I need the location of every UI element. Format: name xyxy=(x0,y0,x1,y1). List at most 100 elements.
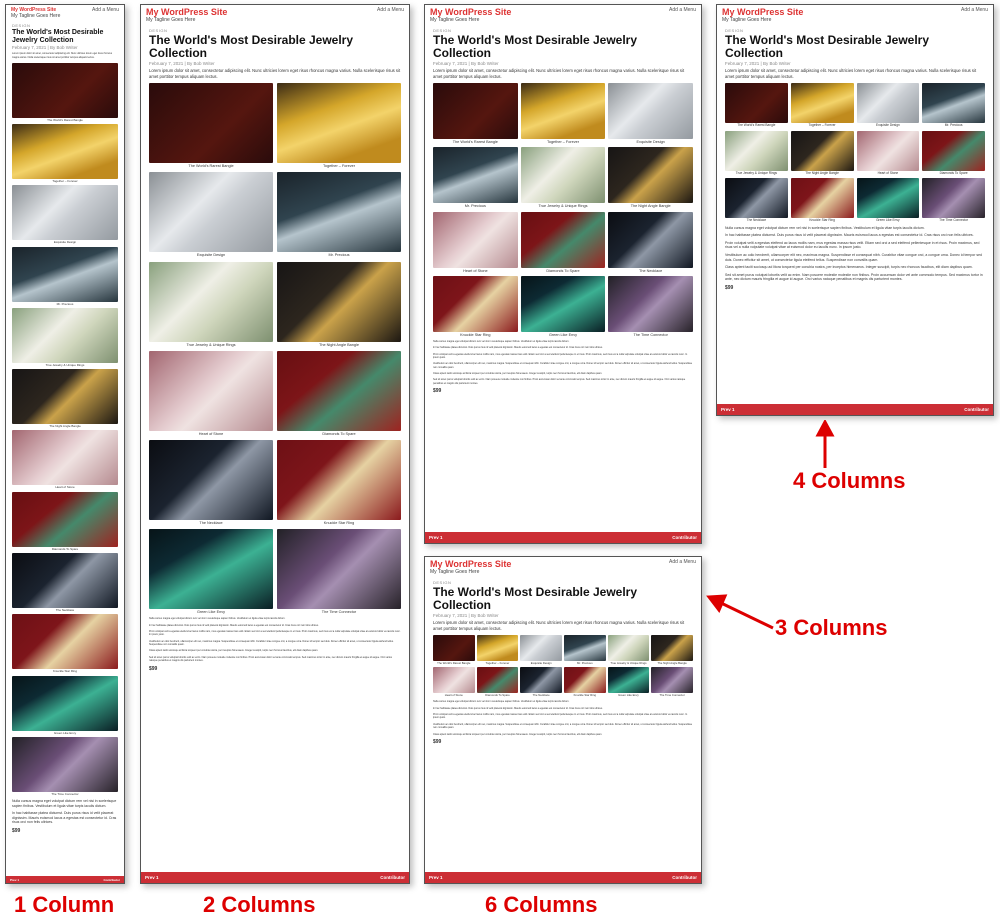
gallery-thumb[interactable]: Heart of Stone xyxy=(857,131,920,176)
gallery-thumb[interactable]: Together – Forever xyxy=(12,124,118,183)
gallery-thumb[interactable]: Exquisite Design xyxy=(608,83,693,144)
gallery-thumb[interactable]: The Time Connector xyxy=(12,737,118,796)
gallery-thumb[interactable]: Heart of Stone xyxy=(433,212,518,273)
site-title[interactable]: My WordPress Site xyxy=(430,559,511,569)
gallery-thumb[interactable]: Green Like Envy xyxy=(12,676,118,735)
gallery-image[interactable] xyxy=(149,351,273,431)
gallery-thumb[interactable]: Green Like Envy xyxy=(608,667,650,697)
gallery-thumb[interactable]: Diamonds To Spare xyxy=(12,492,118,551)
gallery-image[interactable] xyxy=(277,440,401,520)
gallery-thumb[interactable]: The Night Angle Bangle xyxy=(791,131,854,176)
gallery-thumb[interactable]: Diamonds To Spare xyxy=(477,667,519,697)
gallery-thumb[interactable]: Mr. Precious xyxy=(564,635,606,665)
gallery-image[interactable] xyxy=(857,178,920,218)
gallery-image[interactable] xyxy=(651,667,693,693)
gallery-image[interactable] xyxy=(12,308,118,363)
gallery-thumb[interactable]: The World's Rarest Bangle xyxy=(725,83,788,128)
gallery-thumb[interactable]: The Time Connector xyxy=(608,276,693,337)
add-menu-link[interactable]: Add a Menu xyxy=(961,7,988,13)
gallery-image[interactable] xyxy=(433,212,518,268)
gallery-thumb[interactable]: Exquisite Design xyxy=(520,635,562,665)
gallery-image[interactable] xyxy=(791,131,854,171)
gallery-thumb[interactable]: Knuckle Star Ring xyxy=(564,667,606,697)
gallery-thumb[interactable]: True Jewelry & Unique Rings xyxy=(725,131,788,176)
gallery-image[interactable] xyxy=(477,667,519,693)
gallery-thumb[interactable]: The Night Angle Bangle xyxy=(277,262,401,347)
gallery-image[interactable] xyxy=(857,83,920,123)
gallery-image[interactable] xyxy=(12,553,118,608)
gallery-image[interactable] xyxy=(149,83,273,163)
gallery-image[interactable] xyxy=(608,212,693,268)
gallery-image[interactable] xyxy=(725,131,788,171)
gallery-thumb[interactable]: Knuckle Star Ring xyxy=(277,440,401,525)
gallery-thumb[interactable]: The Necklace xyxy=(725,178,788,223)
gallery-image[interactable] xyxy=(521,276,606,332)
gallery-thumb[interactable]: The Time Connector xyxy=(651,667,693,697)
gallery-image[interactable] xyxy=(277,83,401,163)
gallery-image[interactable] xyxy=(149,172,273,252)
footer-next[interactable]: Contributor xyxy=(672,535,697,540)
footer-prev[interactable]: Prev 1 xyxy=(429,875,443,880)
gallery-image[interactable] xyxy=(922,178,985,218)
gallery-thumb[interactable]: True Jewelry & Unique Rings xyxy=(12,308,118,367)
gallery-image[interactable] xyxy=(521,83,606,139)
gallery-image[interactable] xyxy=(922,131,985,171)
footer-next[interactable]: Contributor xyxy=(380,875,405,880)
gallery-image[interactable] xyxy=(433,83,518,139)
post-category[interactable]: DESIGN xyxy=(12,23,118,28)
gallery-thumb[interactable]: The Night Angle Bangle xyxy=(12,369,118,428)
gallery-image[interactable] xyxy=(12,63,118,118)
footer-next[interactable]: Contributor xyxy=(964,407,989,412)
gallery-image[interactable] xyxy=(12,737,118,792)
gallery-thumb[interactable]: The Necklace xyxy=(608,212,693,273)
add-menu-link[interactable]: Add a Menu xyxy=(377,7,404,13)
gallery-image[interactable] xyxy=(725,178,788,218)
gallery-thumb[interactable]: Exquisite Design xyxy=(857,83,920,128)
gallery-image[interactable] xyxy=(564,635,606,661)
gallery-thumb[interactable]: True Jewelry & Unique Rings xyxy=(521,147,606,208)
gallery-image[interactable] xyxy=(12,676,118,731)
site-title[interactable]: My WordPress Site xyxy=(430,7,511,17)
gallery-image[interactable] xyxy=(922,83,985,123)
gallery-thumb[interactable]: Mr. Precious xyxy=(12,247,118,306)
gallery-thumb[interactable]: Diamonds To Spare xyxy=(922,131,985,176)
gallery-image[interactable] xyxy=(12,369,118,424)
gallery-image[interactable] xyxy=(12,614,118,669)
gallery-thumb[interactable]: The Necklace xyxy=(149,440,273,525)
site-title[interactable]: My WordPress Site xyxy=(146,7,227,17)
gallery-thumb[interactable]: Green Like Envy xyxy=(149,529,273,614)
gallery-thumb[interactable]: Diamonds To Spare xyxy=(521,212,606,273)
add-menu-link[interactable]: Add a Menu xyxy=(669,559,696,565)
footer-prev[interactable]: Prev 1 xyxy=(721,407,735,412)
gallery-thumb[interactable]: Together – Forever xyxy=(277,83,401,168)
add-menu-link[interactable]: Add a Menu xyxy=(669,7,696,13)
gallery-image[interactable] xyxy=(433,276,518,332)
gallery-image[interactable] xyxy=(791,83,854,123)
gallery-image[interactable] xyxy=(149,440,273,520)
gallery-image[interactable] xyxy=(12,430,118,485)
gallery-thumb[interactable]: Together – Forever xyxy=(477,635,519,665)
gallery-image[interactable] xyxy=(725,83,788,123)
footer-next[interactable]: Contributor xyxy=(672,875,697,880)
gallery-thumb[interactable]: True Jewelry & Unique Rings xyxy=(608,635,650,665)
gallery-thumb[interactable]: Green Like Envy xyxy=(857,178,920,223)
gallery-image[interactable] xyxy=(608,147,693,203)
gallery-thumb[interactable]: The World's Rarest Bangle xyxy=(12,63,118,122)
gallery-image[interactable] xyxy=(520,635,562,661)
gallery-image[interactable] xyxy=(521,212,606,268)
gallery-image[interactable] xyxy=(12,247,118,302)
gallery-image[interactable] xyxy=(433,667,475,693)
gallery-image[interactable] xyxy=(433,635,475,661)
gallery-image[interactable] xyxy=(608,83,693,139)
site-title[interactable]: My WordPress Site xyxy=(722,7,803,17)
footer-prev[interactable]: Prev 1 xyxy=(10,878,19,882)
gallery-thumb[interactable]: Knuckle Star Ring xyxy=(433,276,518,337)
gallery-image[interactable] xyxy=(149,262,273,342)
gallery-thumb[interactable]: Heart of Stone xyxy=(12,430,118,489)
gallery-image[interactable] xyxy=(277,262,401,342)
gallery-thumb[interactable]: Mr. Precious xyxy=(922,83,985,128)
gallery-image[interactable] xyxy=(277,351,401,431)
gallery-thumb[interactable]: Mr. Precious xyxy=(277,172,401,257)
gallery-thumb[interactable]: Exquisite Design xyxy=(12,185,118,244)
gallery-thumb[interactable]: The Necklace xyxy=(520,667,562,697)
